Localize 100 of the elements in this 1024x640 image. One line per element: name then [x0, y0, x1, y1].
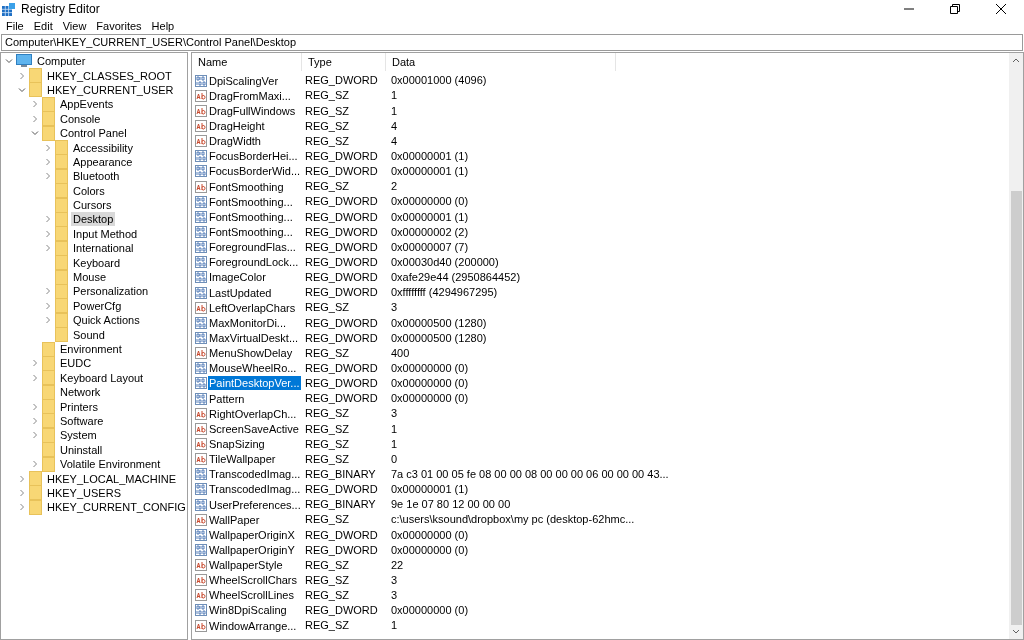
value-name[interactable]: DragWidth — [208, 134, 262, 149]
value-name[interactable]: LastUpdated — [208, 285, 273, 300]
scrollbar-thumb[interactable] — [1010, 191, 1022, 625]
menu-item[interactable]: File — [1, 18, 29, 34]
chevron-right-icon[interactable] — [31, 460, 39, 469]
value-name[interactable]: LeftOverlapChars — [208, 300, 297, 315]
tree-item[interactable]: Uninstall — [58, 442, 105, 457]
tree-item[interactable]: Environment — [58, 342, 124, 356]
chevron-right-icon[interactable] — [44, 143, 52, 152]
tree-item[interactable]: Quick Actions — [71, 313, 142, 328]
chevron-right-icon[interactable] — [31, 431, 39, 440]
value-name[interactable]: SnapSizing — [208, 436, 266, 451]
tree-item[interactable]: Desktop — [71, 212, 116, 227]
chevron-right-icon[interactable] — [31, 114, 39, 123]
menu-item[interactable]: Favorites — [91, 18, 147, 34]
value-name[interactable]: Win8DpiScaling — [208, 603, 288, 618]
value-name[interactable]: FontSmoothing... — [208, 209, 294, 224]
tree-item[interactable]: Printers — [58, 399, 100, 414]
tree-item[interactable]: Console — [58, 111, 103, 126]
chevron-right-icon[interactable] — [44, 287, 52, 296]
scrollbar[interactable] — [1009, 53, 1023, 639]
tree-item[interactable]: Input Method — [71, 226, 140, 241]
tree-item[interactable]: Network — [58, 385, 103, 400]
value-name[interactable]: MaxVirtualDeskt... — [208, 330, 300, 345]
tree-item[interactable]: Bluetooth — [71, 169, 122, 184]
value-name[interactable]: UserPreferences... — [208, 497, 302, 512]
tree-item[interactable]: Computer — [35, 54, 88, 69]
value-name[interactable]: ScreenSaveActive — [208, 421, 300, 436]
tree-item[interactable]: Personalization — [71, 284, 151, 299]
chevron-right-icon[interactable] — [31, 100, 39, 109]
tree-item[interactable]: EUDC — [58, 356, 94, 371]
chevron-right-icon[interactable] — [44, 244, 52, 253]
tree-item[interactable]: Accessibility — [71, 140, 135, 155]
menu-item[interactable]: Edit — [28, 18, 58, 34]
chevron-right-icon[interactable] — [44, 172, 52, 181]
value-name[interactable]: DragHeight — [208, 119, 266, 133]
menu-item[interactable]: Help — [146, 18, 180, 34]
chevron-right-icon[interactable] — [18, 503, 26, 512]
value-name[interactable]: PaintDesktopVer... — [208, 376, 301, 391]
tree-item[interactable]: PowerCfg — [71, 298, 124, 313]
chevron-right-icon[interactable] — [31, 373, 39, 382]
value-name[interactable]: RightOverlapCh... — [208, 406, 298, 421]
chevron-down-icon[interactable] — [31, 129, 39, 138]
chevron-right-icon[interactable] — [31, 402, 39, 411]
chevron-right-icon[interactable] — [18, 488, 26, 497]
tree-item[interactable]: International — [71, 241, 136, 256]
value-name[interactable]: FocusBorderWid... — [208, 164, 302, 179]
chevron-right-icon[interactable] — [31, 359, 39, 368]
column-header[interactable]: Type — [302, 53, 386, 71]
value-name[interactable]: FontSmoothing... — [208, 194, 294, 209]
tree-item[interactable]: HKEY_LOCAL_MACHINE — [45, 471, 178, 486]
address-bar[interactable]: Computer\HKEY_CURRENT_USER\Control Panel\Desktop — [1, 34, 1023, 51]
value-name[interactable]: ForegroundFlas... — [208, 240, 297, 255]
chevron-right-icon[interactable] — [44, 229, 52, 238]
chevron-right-icon[interactable] — [44, 301, 52, 310]
chevron-right-icon[interactable] — [44, 316, 52, 325]
value-name[interactable]: MaxMonitorDi... — [208, 315, 288, 330]
tree-item[interactable]: HKEY_USERS — [45, 485, 123, 500]
chevron-down-icon[interactable] — [5, 57, 13, 66]
tree-item[interactable]: Software — [58, 413, 106, 428]
value-name[interactable]: Pattern — [208, 391, 246, 406]
chevron-right-icon[interactable] — [18, 474, 26, 483]
value-name[interactable]: TranscodedImag... — [208, 482, 302, 497]
value-name[interactable]: TranscodedImag... — [208, 467, 302, 482]
column-header[interactable]: Data — [386, 53, 616, 71]
value-name[interactable]: DragFromMaxi... — [208, 88, 292, 103]
value-name[interactable]: DpiScalingVer — [208, 73, 280, 88]
tree-item[interactable]: System — [58, 428, 99, 443]
column-header[interactable]: Name — [192, 53, 302, 71]
tree-item[interactable]: Appearance — [71, 154, 135, 169]
value-name[interactable]: FontSmoothing... — [208, 224, 294, 239]
tree-item[interactable]: HKEY_CLASSES_ROOT — [45, 68, 174, 83]
value-name[interactable]: DragFullWindows — [208, 103, 297, 118]
value-name[interactable]: ImageColor — [208, 270, 267, 285]
tree-item[interactable]: Control Panel — [58, 126, 129, 141]
tree-item[interactable]: Colors — [71, 183, 107, 198]
chevron-right-icon[interactable] — [31, 416, 39, 425]
tree-item[interactable]: Volatile Environment — [58, 457, 163, 472]
value-name[interactable]: WallpaperOriginX — [208, 527, 296, 542]
tree-item[interactable]: AppEvents — [58, 97, 116, 112]
value-name[interactable]: FontSmoothing — [208, 179, 285, 194]
value-name[interactable]: WindowArrange... — [208, 618, 298, 633]
tree-item[interactable]: Mouse — [71, 270, 109, 285]
chevron-right-icon[interactable] — [18, 71, 26, 80]
tree-item[interactable]: Keyboard Layout — [58, 370, 146, 385]
value-name[interactable]: TileWallpaper — [208, 452, 277, 467]
chevron-down-icon[interactable] — [18, 85, 26, 94]
chevron-right-icon[interactable] — [44, 215, 52, 224]
tree-item[interactable]: HKEY_CURRENT_CONFIG — [45, 500, 187, 515]
value-name[interactable]: WallPaper — [208, 512, 261, 527]
value-name[interactable]: WallpaperStyle — [208, 558, 284, 573]
value-name[interactable]: MouseWheelRo... — [208, 361, 298, 376]
value-name[interactable]: MenuShowDelay — [208, 346, 294, 361]
tree-item[interactable]: HKEY_CURRENT_USER — [45, 82, 176, 97]
value-name[interactable]: ForegroundLock... — [208, 255, 300, 270]
value-name[interactable]: WheelScrollChars — [208, 573, 299, 588]
tree-item[interactable]: Keyboard — [71, 255, 123, 270]
value-name[interactable]: WallpaperOriginY — [208, 542, 296, 557]
tree-item[interactable]: Cursors — [71, 198, 114, 213]
chevron-right-icon[interactable] — [44, 157, 52, 166]
